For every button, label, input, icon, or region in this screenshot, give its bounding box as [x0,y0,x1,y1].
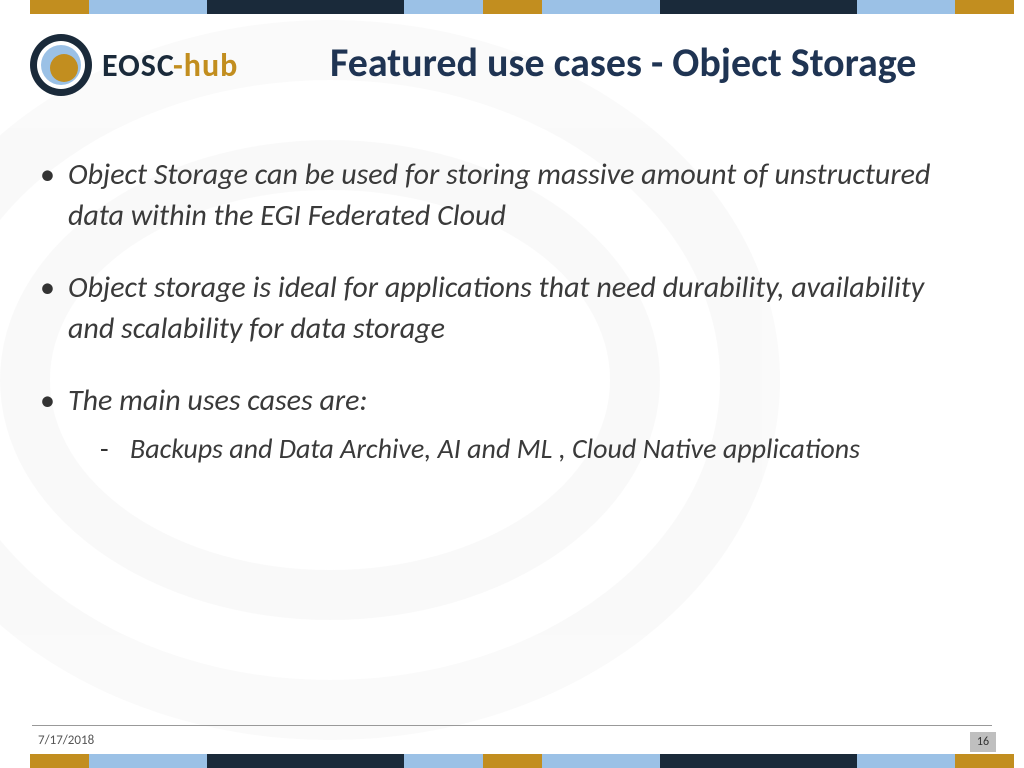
footer-date: 7/17/2018 [38,733,94,748]
logo-sub: hub [184,46,239,85]
footer-divider [32,725,992,726]
bar-segment [857,754,955,768]
bar-segment [404,0,483,14]
bar-segment [955,0,1014,14]
page-number: 16 [970,732,996,752]
logo: EOSC-hub [30,34,238,96]
sub-bullet-text: Backups and Data Archive, AI and ML , Cl… [130,431,860,466]
logo-dash: - [173,46,184,85]
bar-segment [207,754,404,768]
slide-title: Featured use cases - Object Storage [330,38,984,88]
slide-body: Object Storage can be used for storing m… [68,155,974,499]
bullet-item: The main uses cases are: Backups and Dat… [68,381,974,467]
bar-segment [857,0,955,14]
bullet-text: The main uses cases are: [68,382,368,419]
bar-segment [89,754,207,768]
bar-segment [660,754,857,768]
bullet-item: Object Storage can be used for storing m… [68,155,974,236]
bullet-item: Object storage is ideal for applications… [68,268,974,349]
logo-text: EOSC-hub [102,46,238,85]
bar-segment [89,0,207,14]
bullet-text: Object storage is ideal for applications… [68,269,924,347]
logo-icon [30,34,92,96]
slide: EOSC-hub Featured use cases - Object Sto… [0,0,1024,768]
bar-segment [542,754,660,768]
bottom-color-bar [30,754,1014,768]
sub-bullet-item: Backups and Data Archive, AI and ML , Cl… [130,430,974,468]
bar-segment [660,0,857,14]
bar-segment [955,754,1014,768]
bullet-text: Object Storage can be used for storing m… [68,156,930,234]
logo-main: EOSC [102,46,173,85]
bar-segment [30,0,89,14]
bar-segment [30,754,89,768]
bar-segment [483,0,542,14]
bar-segment [207,0,404,14]
bar-segment [483,754,542,768]
bar-segment [404,754,483,768]
bar-segment [542,0,660,14]
top-color-bar [30,0,1014,14]
